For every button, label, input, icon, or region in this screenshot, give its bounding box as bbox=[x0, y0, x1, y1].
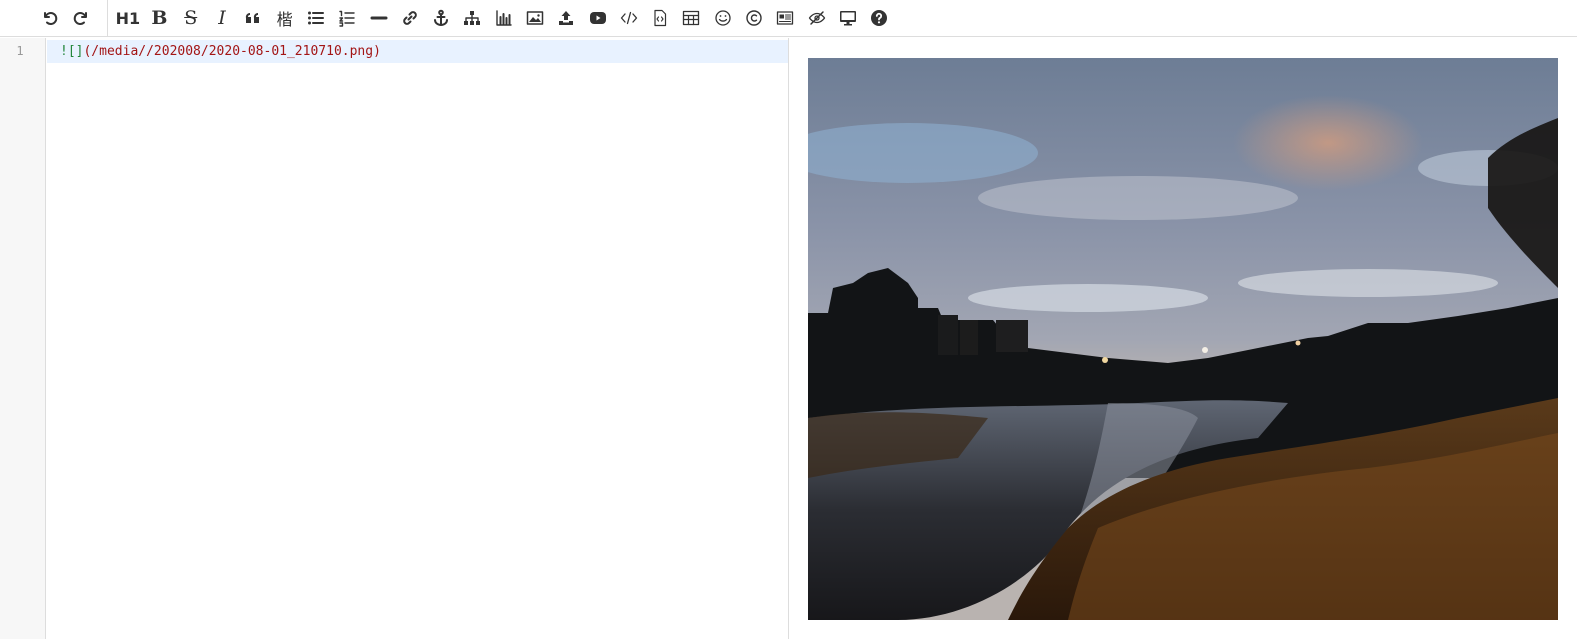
markdown-image-url: (/media//202008/2020-08-01_210710.png) bbox=[83, 44, 381, 59]
eye-slash-icon bbox=[808, 11, 825, 25]
ordered-list-icon bbox=[339, 10, 355, 27]
toggle-preview-button[interactable] bbox=[803, 4, 831, 32]
copyright-button[interactable] bbox=[740, 4, 768, 32]
markdown-image-syntax: ![] bbox=[60, 44, 84, 59]
strikethrough-button[interactable]: S bbox=[177, 4, 205, 32]
copyright-icon bbox=[746, 10, 762, 26]
italic-button[interactable]: I bbox=[208, 4, 236, 32]
desktop-icon bbox=[839, 11, 856, 26]
fullscreen-button[interactable] bbox=[834, 4, 862, 32]
format-group: H1 B S I 楷 bbox=[114, 4, 897, 32]
image-button[interactable] bbox=[521, 4, 549, 32]
table-button[interactable] bbox=[677, 4, 705, 32]
chart-button[interactable] bbox=[490, 4, 518, 32]
upload-icon bbox=[559, 11, 574, 25]
link-button[interactable] bbox=[396, 4, 424, 32]
toolbar-divider bbox=[106, 0, 108, 37]
video-icon bbox=[589, 12, 606, 24]
code-icon bbox=[620, 11, 638, 25]
line-number: 1 bbox=[16, 44, 24, 58]
bold-button[interactable]: B bbox=[145, 4, 173, 32]
bar-chart-icon bbox=[495, 10, 512, 26]
undo-icon bbox=[44, 12, 58, 25]
link-icon bbox=[402, 11, 417, 25]
undo-button[interactable] bbox=[36, 4, 64, 32]
newspaper-icon bbox=[777, 11, 794, 25]
preview-photo bbox=[808, 58, 1558, 620]
code-file-icon bbox=[654, 9, 667, 27]
cjk-font-button[interactable]: 楷 bbox=[271, 4, 299, 32]
markdown-editor[interactable]: 1 ![](/media//202008/2020-08-01_210710.p… bbox=[0, 38, 789, 639]
redo-button[interactable] bbox=[67, 4, 95, 32]
active-code-line[interactable]: ![](/media//202008/2020-08-01_210710.png… bbox=[47, 40, 788, 63]
image-icon bbox=[526, 11, 544, 25]
code-button[interactable] bbox=[615, 4, 643, 32]
table-icon bbox=[683, 10, 700, 26]
bullet-list-icon bbox=[307, 11, 324, 25]
line-gutter: 1 bbox=[0, 38, 46, 639]
help-button[interactable] bbox=[865, 4, 893, 32]
sitemap-button[interactable] bbox=[458, 4, 486, 32]
quote-button[interactable] bbox=[239, 4, 267, 32]
horizontal-rule-icon bbox=[370, 16, 387, 20]
emoji-button[interactable] bbox=[709, 4, 737, 32]
bullet-list-button[interactable] bbox=[302, 4, 330, 32]
anchor-button[interactable] bbox=[427, 4, 455, 32]
page-break-button[interactable] bbox=[771, 4, 799, 32]
anchor-icon bbox=[434, 9, 449, 26]
horizontal-rule-button[interactable] bbox=[365, 4, 393, 32]
upload-button[interactable] bbox=[552, 4, 580, 32]
redo-icon bbox=[74, 12, 88, 25]
markdown-preview bbox=[790, 38, 1577, 639]
smiley-icon bbox=[715, 10, 731, 26]
question-circle-icon bbox=[871, 10, 888, 26]
video-button[interactable] bbox=[584, 4, 612, 32]
code-block-button[interactable] bbox=[646, 4, 674, 32]
sitemap-icon bbox=[464, 11, 481, 25]
quote-icon bbox=[246, 12, 260, 23]
heading-button[interactable]: H1 bbox=[114, 4, 143, 32]
editor-toolbar: H1 B S I 楷 bbox=[0, 0, 1577, 37]
ordered-list-button[interactable] bbox=[333, 4, 361, 32]
strikethrough-icon: S bbox=[184, 7, 198, 29]
history-group bbox=[36, 4, 99, 32]
